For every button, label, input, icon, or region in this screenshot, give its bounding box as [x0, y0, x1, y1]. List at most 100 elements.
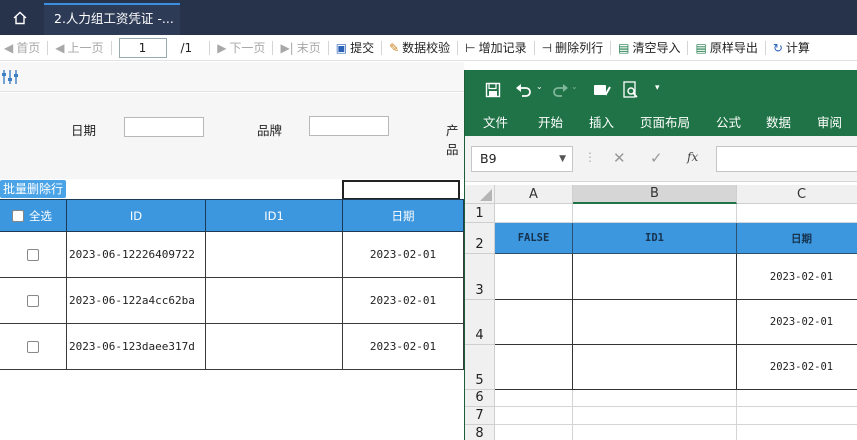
sheet-header-cell-c[interactable]: 日期: [737, 223, 857, 254]
first-page-button[interactable]: ◀ 首页: [0, 35, 44, 61]
column-header-b[interactable]: B: [573, 185, 737, 204]
sheet-header-cell-a[interactable]: FALSE: [495, 223, 573, 254]
next-page-button[interactable]: ▶ 下一页: [213, 35, 269, 61]
sheet-cell[interactable]: [737, 425, 857, 440]
row-header-8[interactable]: 8: [465, 425, 495, 440]
home-button[interactable]: [0, 0, 40, 35]
clear-import-label: 清空导入: [632, 41, 681, 55]
sheet-cell[interactable]: [737, 390, 857, 407]
add-record-button[interactable]: ⊢ 增加记录: [461, 35, 530, 61]
quick-access-dropdown-icon[interactable]: ▾: [655, 83, 660, 93]
column-header-c[interactable]: C: [737, 185, 857, 204]
print-preview-icon[interactable]: [623, 81, 639, 99]
row-header-2[interactable]: 2: [465, 223, 495, 254]
name-box[interactable]: B9 ▼: [471, 146, 573, 172]
undo-dropdown-icon[interactable]: ⌄: [536, 82, 543, 91]
menu-formulas[interactable]: 公式: [716, 112, 741, 131]
save-icon[interactable]: [485, 82, 501, 98]
table-row-checkbox-cell[interactable]: [0, 278, 67, 324]
table-cell-id[interactable]: 2023-06-123daee317d: [67, 324, 206, 370]
sheet-cell[interactable]: 2023-02-01: [737, 345, 857, 390]
brand-filter-input[interactable]: [309, 116, 389, 136]
cancel-icon[interactable]: ✕: [613, 149, 626, 167]
table-cell-id[interactable]: 2023-06-12226409722: [67, 232, 206, 278]
sheet-cell[interactable]: [495, 407, 573, 425]
sheet-cell[interactable]: [573, 390, 737, 407]
drag-handle-icon[interactable]: ⋮: [584, 150, 596, 164]
sheet-cell[interactable]: [573, 204, 737, 223]
table-cell-id1[interactable]: [206, 278, 343, 324]
menu-review[interactable]: 审阅: [817, 112, 842, 131]
sheet-cell[interactable]: [495, 345, 573, 390]
menu-home[interactable]: 开始: [538, 112, 563, 131]
page-number-input[interactable]: 1: [118, 37, 167, 58]
fx-icon[interactable]: fx: [687, 150, 698, 164]
date-filter-input[interactable]: [124, 117, 204, 137]
sheet-cell[interactable]: [495, 204, 573, 223]
select-all-corner[interactable]: [465, 185, 495, 204]
sheet-cell[interactable]: [495, 390, 573, 407]
select-all-header[interactable]: 全选: [0, 199, 67, 232]
table-cell-date[interactable]: 2023-02-01: [343, 324, 464, 370]
row-checkbox[interactable]: [27, 294, 39, 307]
column-header-id[interactable]: ID: [67, 199, 206, 232]
table-row-checkbox-cell[interactable]: [0, 324, 67, 370]
sheet-cell[interactable]: [737, 407, 857, 425]
prev-page-button[interactable]: ◀ 上一页: [51, 35, 107, 61]
chevron-down-icon[interactable]: ▼: [559, 147, 566, 171]
sheet-cell[interactable]: [737, 204, 857, 223]
clear-import-button[interactable]: ▤ 清空导入: [614, 35, 684, 61]
menu-page-layout[interactable]: 页面布局: [640, 112, 690, 131]
sheet-cell[interactable]: [573, 345, 737, 390]
sheet-header-cell-b[interactable]: ID1: [573, 223, 737, 254]
menu-file[interactable]: 文件: [483, 112, 508, 131]
sheet-cell[interactable]: 2023-02-01: [737, 254, 857, 300]
select-all-checkbox[interactable]: [12, 209, 24, 222]
sheet-cell[interactable]: [573, 300, 737, 345]
refresh-icon: ↻: [772, 40, 783, 55]
excel-ribbon: ⌄ ⌄ ▾ 文件 开始 插入 页面布局 公式 数据 审阅: [465, 70, 857, 136]
row-header-4[interactable]: 4: [465, 300, 495, 345]
table-cell-id[interactable]: 2023-06-122a4cc62ba: [67, 278, 206, 324]
filter-settings-icon[interactable]: [1, 69, 19, 85]
row-header-1[interactable]: 1: [465, 204, 495, 223]
row-header-3[interactable]: 3: [465, 254, 495, 300]
table-cell-id1[interactable]: [206, 324, 343, 370]
clear-import-icon: ▤: [618, 40, 630, 55]
column-header-id1[interactable]: ID1: [206, 199, 343, 232]
table-cell-id1[interactable]: [206, 232, 343, 278]
batch-delete-button[interactable]: 批量删除行: [0, 180, 66, 198]
sheet-cell[interactable]: [573, 254, 737, 300]
undo-icon[interactable]: [515, 82, 533, 98]
row-header-7[interactable]: 7: [465, 407, 495, 425]
calculate-button[interactable]: ↻ 计算: [769, 35, 814, 61]
sheet-cell[interactable]: 2023-02-01: [737, 300, 857, 345]
formula-input[interactable]: [716, 146, 857, 172]
row-header-6[interactable]: 6: [465, 390, 495, 407]
table-cell-date[interactable]: 2023-02-01: [343, 278, 464, 324]
row-checkbox[interactable]: [27, 248, 39, 261]
row-header-5[interactable]: 5: [465, 345, 495, 390]
submit-button[interactable]: ▣ 提交: [332, 35, 378, 61]
last-page-button[interactable]: ▶| 末页: [276, 35, 324, 61]
delete-row-button[interactable]: ⊣ 删除列行: [538, 35, 607, 61]
sheet-cell[interactable]: [495, 254, 573, 300]
sheet-cell[interactable]: [573, 425, 737, 440]
sheet-cell[interactable]: [495, 300, 573, 345]
column-header-a[interactable]: A: [495, 185, 573, 204]
sheet-cell[interactable]: [495, 425, 573, 440]
table-cell-date[interactable]: 2023-02-01: [343, 232, 464, 278]
sheet-cell[interactable]: [573, 407, 737, 425]
menu-insert[interactable]: 插入: [589, 112, 614, 131]
column-header-date[interactable]: 日期: [343, 199, 464, 232]
table-row-checkbox-cell[interactable]: [0, 232, 67, 278]
export-original-button[interactable]: ▤ 原样导出: [691, 35, 761, 61]
confirm-icon[interactable]: ✓: [650, 149, 663, 167]
validate-button[interactable]: ✎ 数据校验: [385, 35, 454, 61]
excel-window: ⌄ ⌄ ▾ 文件 开始 插入 页面布局 公式 数据 审阅 B9 ▼ ⋮ ✕ ✓ …: [464, 70, 857, 440]
cell-editor[interactable]: [342, 180, 460, 200]
validate-icon[interactable]: [593, 81, 611, 99]
menu-data[interactable]: 数据: [766, 112, 791, 131]
tab-payroll-voucher[interactable]: 2.人力组工资凭证 -...: [44, 3, 180, 35]
row-checkbox[interactable]: [27, 340, 39, 353]
